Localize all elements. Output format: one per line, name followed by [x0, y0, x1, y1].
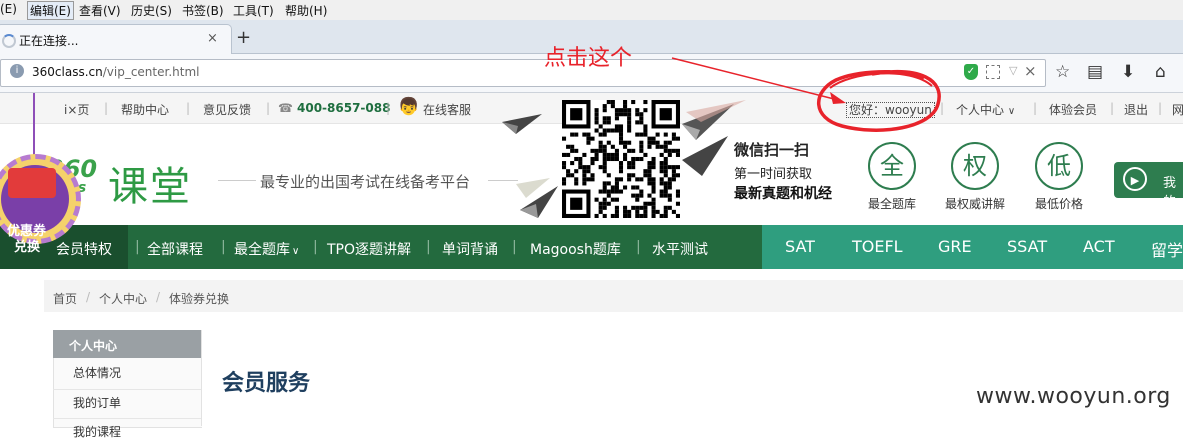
exam-tab-toefl[interactable]: TOEFL [852, 237, 903, 256]
logo-cn: 课堂 [108, 164, 192, 210]
coupon-string [33, 93, 35, 155]
topbar-home-link[interactable]: i×页 [64, 101, 89, 118]
nav-item-vocab[interactable]: 单词背诵 [442, 239, 498, 259]
wechat-first-time-text: 第一时间获取 [734, 167, 813, 182]
topbar-personal-center-link[interactable]: 个人中心 ∨ [956, 101, 1015, 118]
topbar-more-link[interactable]: 网 [1172, 101, 1183, 118]
nav-separator: | [135, 239, 140, 255]
chevron-down-icon: ∨ [1007, 106, 1016, 117]
play-icon: ▶ [1123, 167, 1147, 191]
download-icon[interactable]: ⬇ [1121, 62, 1135, 82]
feature-authority-icon: 权 [951, 142, 999, 190]
sidebar-item-orders[interactable]: 我的订单 [73, 394, 121, 411]
exam-tab-study-abroad[interactable]: 留学 [1151, 237, 1183, 261]
coupon-label-redeem: 兑换 [14, 240, 41, 255]
exam-tab-gre[interactable]: GRE [938, 237, 972, 256]
topbar-separator: | [104, 101, 109, 115]
annotation-text: 点击这个 [544, 46, 633, 71]
topbar-separator: | [1158, 101, 1163, 115]
breadcrumb-personal-center[interactable]: 个人中心 [99, 290, 147, 307]
watermark: www.wooyun.org [976, 384, 1171, 409]
breadcrumb-current: 体验券兑换 [169, 292, 230, 306]
breadcrumb-separator: / [156, 290, 161, 304]
customer-service-avatar-icon: 👦 [398, 97, 420, 117]
chevron-down-icon: ∨ [292, 246, 300, 257]
topbar-feedback-link[interactable]: 意见反馈 [203, 101, 251, 118]
exam-tab-ssat[interactable]: SSAT [1007, 237, 1047, 256]
feature-lowprice-icon: 低 [1035, 142, 1083, 190]
wechat-latest-text: 最新真题和机经 [734, 186, 832, 202]
site-info-icon[interactable]: i [10, 64, 24, 78]
sidebar-title: 个人中心 [69, 339, 118, 353]
exam-tab-sat[interactable]: SAT [785, 237, 815, 256]
topbar-phone: 400-8657-088 [297, 101, 391, 115]
menu-item-edit-partial[interactable]: (E) [0, 2, 17, 16]
nav-separator: | [512, 239, 517, 255]
feature-authority-label: 最权威讲解 [945, 197, 1006, 211]
new-tab-icon[interactable]: + [236, 27, 251, 48]
topbar-separator: | [266, 101, 271, 115]
tab-title: 正在连接... [19, 34, 79, 48]
red-envelope-icon [8, 168, 56, 198]
exam-tab-act[interactable]: ACT [1083, 237, 1115, 256]
page-title: 会员服务 [222, 371, 311, 396]
topbar-trial-member-link[interactable]: 体验会员 [1049, 101, 1097, 118]
menu-item-history[interactable]: 历史(S) [131, 2, 172, 19]
topbar-separator: | [940, 101, 945, 115]
topbar-separator: | [1110, 101, 1115, 115]
exam-nav [762, 225, 1183, 269]
menu-item-tools[interactable]: 工具(T) [233, 2, 274, 19]
menu-item-edit[interactable]: 编辑(E) [27, 1, 74, 20]
topbar-separator: | [186, 101, 191, 115]
nav-item-magoosh[interactable]: Magoosh题库 [530, 239, 621, 259]
shield-icon[interactable]: ✓ [964, 64, 978, 80]
topbar-separator: | [1033, 101, 1038, 115]
browser-menubar: (E) 编辑(E) 查看(V) 历史(S) 书签(B) 工具(T) 帮助(H) [0, 0, 1183, 21]
menu-item-bookmarks[interactable]: 书签(B) [182, 2, 224, 19]
wechat-scan-text: 微信扫一扫 [734, 141, 810, 159]
url-path: /vip_center.html [102, 65, 200, 79]
content-divider [201, 330, 202, 426]
sidebar-divider [53, 389, 201, 390]
my-courses-label: 我的 [1163, 176, 1177, 210]
nav-separator: | [636, 239, 641, 255]
nav-item-level-test[interactable]: 水平测试 [652, 239, 708, 259]
qr-code-icon[interactable] [986, 65, 1000, 79]
url-host: 360class.cn [32, 65, 103, 79]
topbar-help-link[interactable]: 帮助中心 [121, 101, 169, 118]
topbar-logout-link[interactable]: 退出 [1124, 101, 1148, 118]
site-slogan: 最专业的出国考试在线备考平台 [260, 173, 471, 191]
loading-spinner-icon [2, 34, 16, 48]
phone-icon: ☎ [278, 101, 293, 115]
breadcrumb-home[interactable]: 首页 [53, 290, 77, 307]
nav-separator: | [221, 239, 226, 255]
nav-item-tpo[interactable]: TPO逐题讲解 [327, 239, 411, 259]
url-text[interactable]: 360class.cn/vip_center.html [32, 65, 199, 79]
feature-full-icon: 全 [868, 142, 916, 190]
sidebar-item-overview[interactable]: 总体情况 [73, 364, 121, 381]
nav-separator: | [426, 239, 431, 255]
bookmark-star-icon[interactable]: ☆ [1055, 62, 1070, 82]
menu-item-view[interactable]: 查看(V) [79, 2, 121, 19]
feature-lowprice-label: 最低价格 [1035, 197, 1084, 211]
feature-full-label: 最全题库 [868, 197, 917, 211]
wechat-qr-code-icon [562, 100, 680, 218]
nav-item-all-courses[interactable]: 全部课程 [147, 239, 203, 259]
url-dropdown-icon[interactable]: ▽ [1009, 64, 1017, 77]
breadcrumb-separator: / [86, 290, 91, 304]
nav-separator: | [313, 239, 318, 255]
nav-item-question-bank[interactable]: 最全题库 ∨ [234, 239, 299, 259]
url-clear-icon[interactable]: × [1024, 62, 1037, 80]
reader-icon[interactable]: ▤ [1087, 62, 1103, 82]
user-greeting-link[interactable]: 您好：wooyun [846, 101, 935, 118]
topbar-online-service-link[interactable]: 在线客服 [423, 101, 471, 118]
home-icon[interactable]: ⌂ [1155, 62, 1166, 82]
menu-item-help[interactable]: 帮助(H) [285, 2, 327, 19]
topbar-separator: | [386, 101, 391, 115]
nav-item-member-privilege[interactable]: 会员特权 [56, 239, 112, 259]
slogan-divider [218, 180, 256, 181]
sidebar-divider [53, 418, 201, 419]
tab-close-icon[interactable]: × [207, 31, 218, 46]
